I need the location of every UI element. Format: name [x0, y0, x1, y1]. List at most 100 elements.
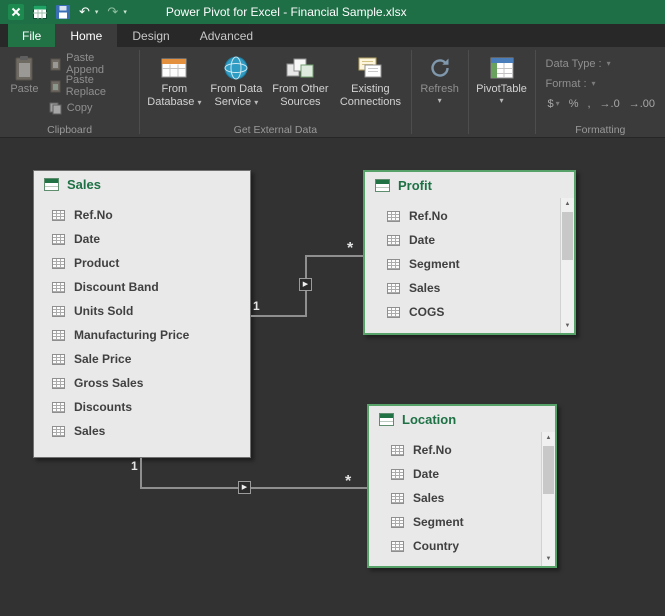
- dropdown-icon: ▾: [254, 98, 258, 107]
- paste-button[interactable]: Paste: [4, 50, 45, 96]
- field-icon: [52, 210, 65, 221]
- table-title: Sales: [67, 177, 101, 192]
- scroll-down-icon[interactable]: ▼: [561, 320, 574, 333]
- field-icon: [387, 211, 400, 222]
- from-other-sources-icon: [286, 53, 314, 83]
- from-other-sources-button[interactable]: From Other Sources: [268, 50, 332, 109]
- from-data-service-icon: [223, 53, 249, 83]
- copy-button[interactable]: Copy: [45, 98, 135, 118]
- pivottable-button[interactable]: PivotTable ▾: [473, 50, 531, 105]
- profit-scrollbar[interactable]: ▲ ▼: [560, 198, 574, 333]
- field-row[interactable]: Ref.No: [34, 203, 250, 227]
- field-row[interactable]: Date: [369, 462, 555, 486]
- relationship-direction-marker[interactable]: ▶: [238, 481, 251, 494]
- scrollbar-thumb[interactable]: [543, 446, 554, 494]
- table-profit-header[interactable]: Profit: [365, 172, 574, 198]
- field-row[interactable]: Sale Price: [34, 347, 250, 371]
- undo-button[interactable]: ↶: [79, 0, 90, 24]
- tab-advanced[interactable]: Advanced: [185, 24, 268, 47]
- field-icon: [52, 306, 65, 317]
- paste-icon: [11, 53, 37, 83]
- undo-dropdown-icon[interactable]: ▾: [95, 8, 99, 16]
- from-data-service-button[interactable]: From Data Service ▾: [206, 50, 266, 109]
- comma-button[interactable]: ,: [587, 98, 590, 110]
- save-button[interactable]: [56, 5, 70, 19]
- field-icon: [52, 330, 65, 341]
- relationship-sales-profit-line[interactable]: [251, 315, 307, 317]
- paste-replace-button[interactable]: Paste Replace: [45, 76, 135, 96]
- field-row[interactable]: Ref.No: [365, 204, 574, 228]
- table-profit[interactable]: Profit Ref.No Date Segment Sales COGS ▲ …: [363, 170, 576, 335]
- dropdown-icon: ▾: [197, 98, 201, 107]
- window-title: Power Pivot for Excel - Financial Sample…: [166, 5, 407, 19]
- dropdown-icon: ▾: [438, 96, 442, 105]
- field-row[interactable]: Date: [365, 228, 574, 252]
- field-icon: [52, 282, 65, 293]
- field-row[interactable]: Sales: [369, 486, 555, 510]
- field-row[interactable]: Date: [34, 227, 250, 251]
- field-row[interactable]: Discount Band: [34, 275, 250, 299]
- field-row[interactable]: Segment: [365, 252, 574, 276]
- scroll-up-icon[interactable]: ▲: [542, 432, 555, 445]
- redo-dropdown-icon[interactable]: ▾: [123, 8, 127, 16]
- relationship-direction-marker[interactable]: ▶: [299, 278, 312, 291]
- relationship-sales-profit-line[interactable]: [305, 255, 363, 257]
- cardinality-many-label: *: [345, 473, 351, 491]
- diagram-view: Sales Ref.No Date Product Discount Band …: [0, 138, 665, 616]
- field-icon: [387, 283, 400, 294]
- paste-append-button[interactable]: Paste Append: [45, 54, 135, 74]
- field-row[interactable]: COGS: [365, 300, 574, 324]
- field-row[interactable]: Country: [369, 534, 555, 558]
- refresh-button[interactable]: Refresh ▾: [416, 50, 464, 105]
- field-row[interactable]: Manufacturing Price: [34, 323, 250, 347]
- field-row[interactable]: Sales: [34, 419, 250, 443]
- field-icon: [387, 307, 400, 318]
- increase-decimal-button[interactable]: →.0: [600, 98, 620, 110]
- dropdown-icon: ▾: [592, 79, 596, 88]
- tab-file[interactable]: File: [8, 24, 55, 47]
- paste-append-icon: [49, 58, 61, 71]
- table-icon: [379, 413, 394, 426]
- table-sales[interactable]: Sales Ref.No Date Product Discount Band …: [33, 170, 251, 458]
- field-row[interactable]: Product: [34, 251, 250, 275]
- currency-button[interactable]: $ ▾: [548, 98, 560, 110]
- field-row[interactable]: Segment: [369, 510, 555, 534]
- copy-icon: [49, 102, 62, 115]
- title-bar: ↶ ▾ ↷ ▾ Power Pivot for Excel - Financia…: [0, 0, 665, 24]
- ribbon-tab-bar: File Home Design Advanced: [0, 24, 665, 47]
- data-type-dropdown[interactable]: Data Type : ▾: [546, 55, 655, 72]
- percent-button[interactable]: %: [569, 98, 579, 110]
- location-scrollbar[interactable]: ▲ ▼: [541, 432, 555, 566]
- field-icon: [52, 426, 65, 437]
- field-row[interactable]: Ref.No: [369, 438, 555, 462]
- table-location[interactable]: Location Ref.No Date Sales Segment Count…: [367, 404, 557, 568]
- table-location-fields: Ref.No Date Sales Segment Country: [369, 432, 555, 558]
- table-sales-header[interactable]: Sales: [34, 171, 250, 197]
- table-title: Location: [402, 412, 456, 427]
- scroll-up-icon[interactable]: ▲: [561, 198, 574, 211]
- table-icon: [375, 179, 390, 192]
- powerpivot-app-icon: [33, 5, 47, 19]
- relationship-sales-location-line[interactable]: [140, 458, 142, 489]
- field-row[interactable]: Gross Sales: [34, 371, 250, 395]
- field-row[interactable]: Units Sold: [34, 299, 250, 323]
- decrease-decimal-button[interactable]: →.00: [629, 98, 655, 110]
- existing-connections-button[interactable]: Existing Connections: [334, 50, 406, 109]
- field-row[interactable]: Sales: [365, 276, 574, 300]
- table-location-header[interactable]: Location: [369, 406, 555, 432]
- scroll-down-icon[interactable]: ▼: [542, 553, 555, 566]
- field-row[interactable]: Discounts: [34, 395, 250, 419]
- format-dropdown[interactable]: Format : ▾: [546, 75, 655, 92]
- field-icon: [52, 402, 65, 413]
- clipboard-group-label: Clipboard: [0, 124, 139, 136]
- from-database-icon: [159, 53, 189, 83]
- redo-button[interactable]: ↷: [107, 0, 118, 24]
- formatting-group: Data Type : ▾ Format : ▾ $ ▾ % , →.0 →.0…: [536, 47, 665, 137]
- from-database-button[interactable]: From Database ▾: [144, 50, 204, 109]
- relationship-sales-location-line[interactable]: [140, 487, 367, 489]
- tab-home[interactable]: Home: [55, 24, 117, 47]
- clipboard-group: Paste Paste Append Paste Replace Copy Cl…: [0, 47, 139, 137]
- scrollbar-thumb[interactable]: [562, 212, 573, 260]
- field-icon: [391, 541, 404, 552]
- tab-design[interactable]: Design: [117, 24, 184, 47]
